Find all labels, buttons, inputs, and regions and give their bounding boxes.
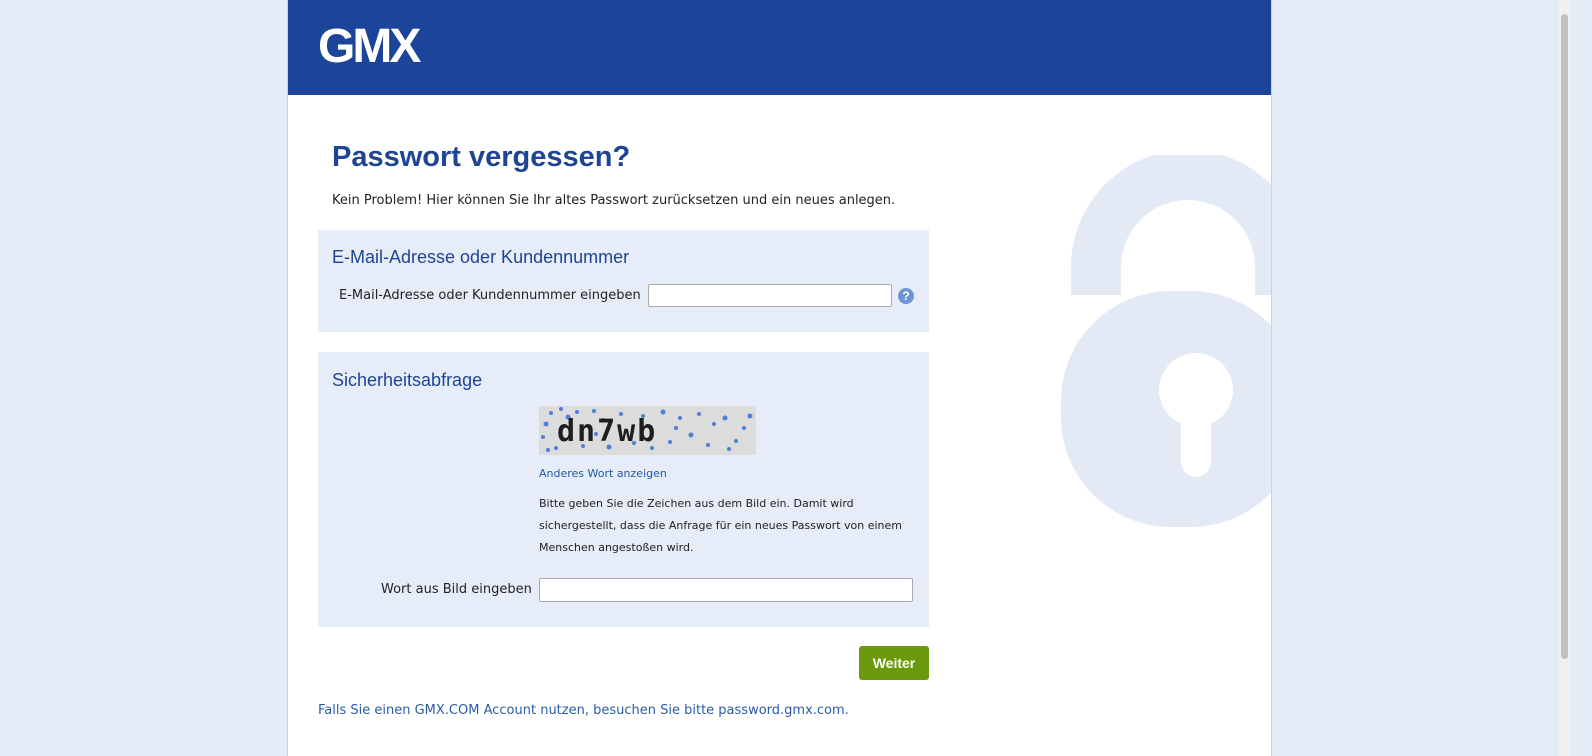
captcha-field-label: Wort aus Bild eingeben (381, 582, 532, 597)
captcha-text: dn7wb (557, 414, 657, 449)
email-field-label: E-Mail-Adresse oder Kundennummer eingebe… (339, 288, 641, 303)
page-scrollbar[interactable] (1559, 0, 1570, 756)
email-section-heading: E-Mail-Adresse oder Kundennummer (332, 247, 630, 267)
gmx-logo[interactable]: GMX (318, 21, 421, 73)
scrollbar-thumb[interactable] (1561, 14, 1568, 659)
captcha-field[interactable] (539, 578, 913, 602)
help-icon[interactable]: ? (898, 288, 914, 304)
captcha-hint: Bitte geben Sie die Zeichen aus dem Bild… (539, 497, 902, 554)
captcha-image: dn7wb (539, 406, 756, 455)
refresh-captcha-link[interactable]: Anderes Wort anzeigen (539, 466, 667, 481)
email-field[interactable] (648, 284, 892, 307)
captcha-section: Sicherheitsabfrage dn7wb Anderes Wort an… (318, 352, 929, 627)
captcha-section-heading: Sicherheitsabfrage (332, 370, 483, 390)
password-reset-page: GMX Passwort vergessen? Kein Problem! Hi… (287, 0, 1272, 756)
page-title: Passwort vergessen? (332, 141, 631, 173)
intro-text: Kein Problem! Hier können Sie Ihr altes … (332, 193, 896, 208)
continue-button[interactable]: Weiter (859, 646, 929, 680)
site-header: GMX (288, 0, 1271, 95)
gmx-com-note[interactable]: Falls Sie einen GMX.COM Account nutzen, … (318, 702, 849, 719)
browser-viewport: GMX Passwort vergessen? Kein Problem! Hi… (0, 0, 1592, 756)
email-section: E-Mail-Adresse oder Kundennummer E-Mail-… (318, 230, 929, 332)
lock-icon (1061, 155, 1271, 527)
